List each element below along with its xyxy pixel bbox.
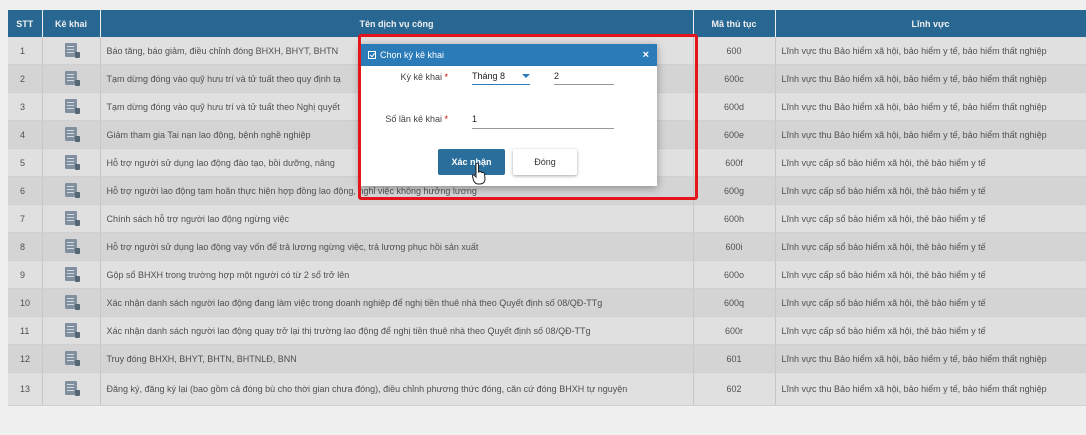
highlight-box xyxy=(358,34,698,200)
